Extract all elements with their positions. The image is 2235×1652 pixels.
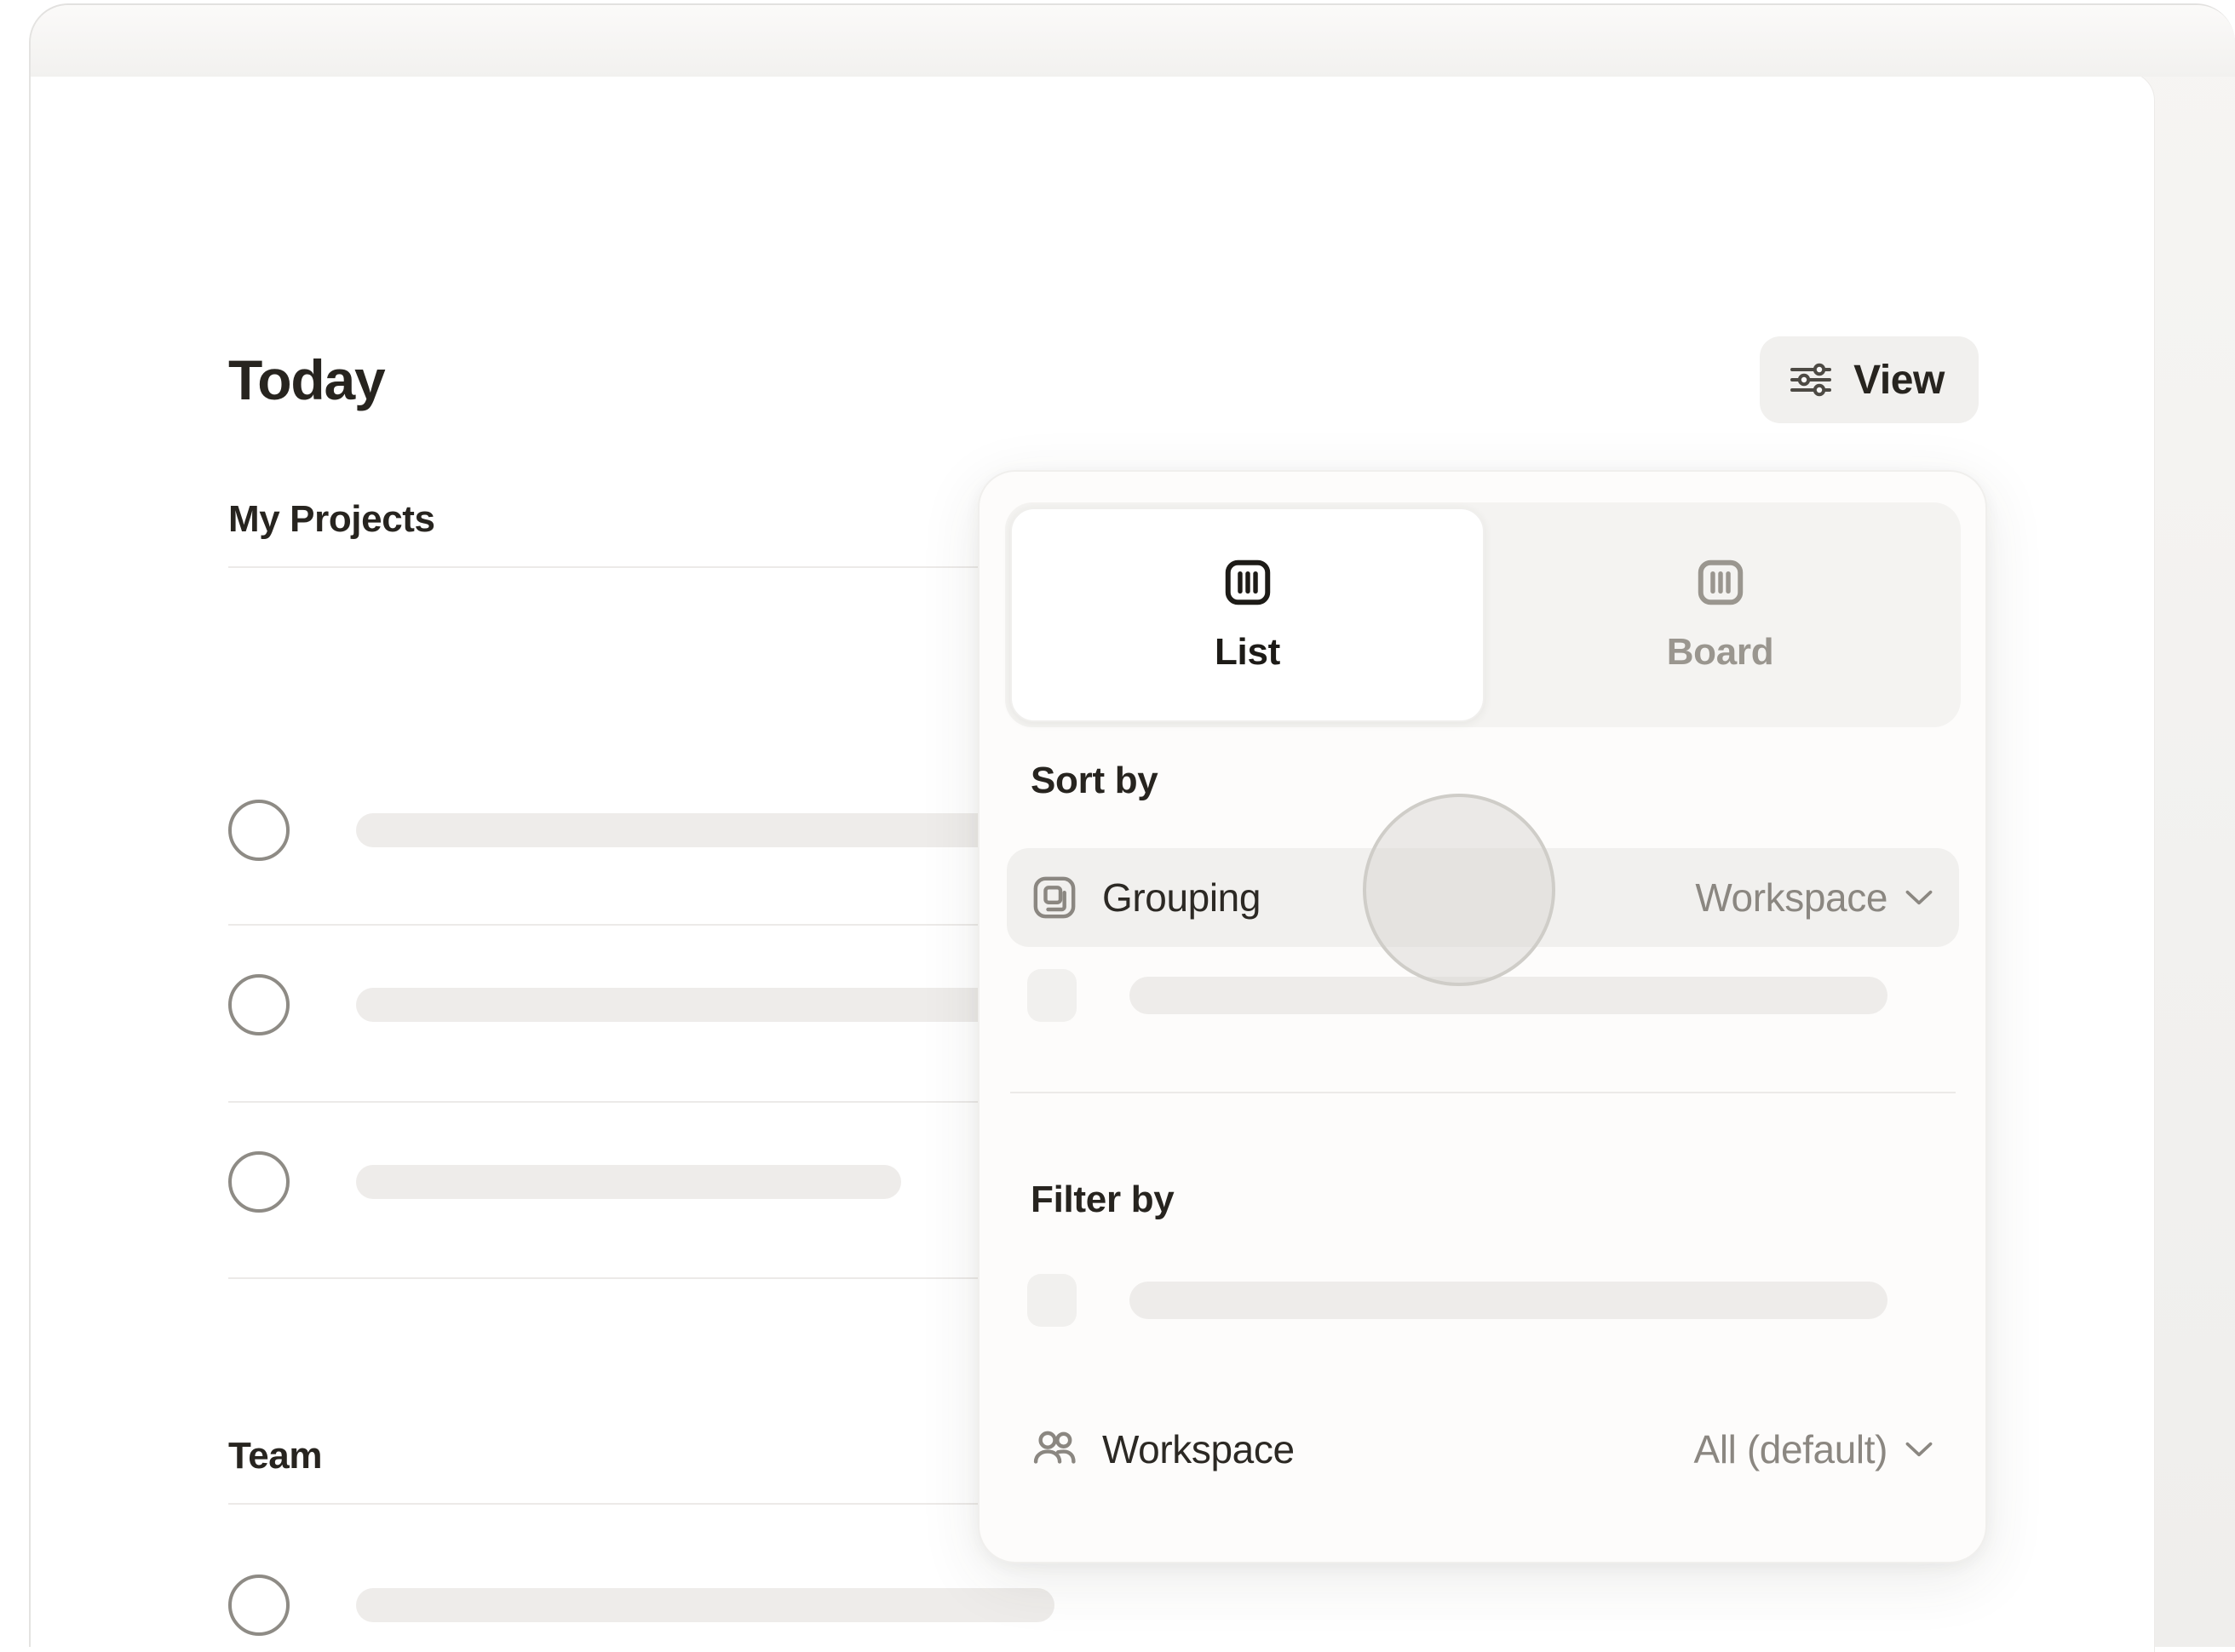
columns-icon: [1221, 556, 1274, 609]
workspace-option-row[interactable]: Workspace All (default): [1007, 1400, 1959, 1499]
circle-unchecked-icon[interactable]: [228, 1151, 290, 1213]
table-row[interactable]: [228, 1554, 1054, 1652]
section-title-team: Team: [228, 1435, 323, 1477]
list-item: [1027, 969, 1887, 1022]
filter-by-heading: Filter by: [1031, 1179, 1175, 1220]
table-row[interactable]: [228, 779, 1054, 881]
view-button-label: View: [1853, 357, 1945, 403]
list-item: [1027, 1274, 1887, 1327]
skeleton-icon-placeholder: [1027, 1274, 1077, 1327]
sliders-icon: [1789, 363, 1833, 397]
grouping-option-row[interactable]: Grouping Workspace: [1007, 848, 1959, 947]
chevron-down-icon: [1905, 888, 1933, 907]
task-title-placeholder: [356, 1165, 901, 1199]
task-title-placeholder: [356, 813, 1054, 847]
sort-by-heading: Sort by: [1031, 760, 1158, 801]
tab-board-label: Board: [1666, 631, 1774, 673]
grouping-value-text: Workspace: [1695, 875, 1887, 920]
columns-icon: [1694, 556, 1747, 609]
view-button[interactable]: View: [1760, 336, 1979, 423]
skeleton-icon-placeholder: [1027, 969, 1077, 1022]
circle-unchecked-icon[interactable]: [228, 1575, 290, 1636]
workspace-value-text: All (default): [1693, 1427, 1888, 1471]
circle-unchecked-icon[interactable]: [228, 974, 290, 1035]
divider: [1010, 1092, 1956, 1093]
users-icon: [1031, 1425, 1078, 1473]
tab-list[interactable]: List: [1010, 508, 1485, 722]
section-title-my-projects: My Projects: [228, 498, 435, 540]
view-mode-segmented-control: List Board: [1005, 502, 1961, 727]
workspace-value[interactable]: All (default): [1694, 1426, 1933, 1472]
page-title: Today: [228, 348, 386, 411]
skeleton-bar-placeholder: [1129, 977, 1887, 1014]
table-row[interactable]: [228, 1131, 901, 1233]
tab-list-label: List: [1214, 631, 1281, 673]
layers-icon: [1031, 874, 1078, 921]
workspace-label: Workspace: [1102, 1427, 1295, 1471]
circle-unchecked-icon[interactable]: [228, 800, 290, 861]
skeleton-bar-placeholder: [1129, 1282, 1887, 1319]
task-title-placeholder: [356, 988, 1054, 1022]
chevron-down-icon: [1905, 1440, 1933, 1459]
table-row[interactable]: [228, 954, 1054, 1056]
grouping-label: Grouping: [1102, 875, 1261, 920]
page-header: Today View: [228, 336, 2001, 439]
grouping-value[interactable]: Workspace: [1695, 875, 1933, 921]
view-options-popover: List Board Sort by Grouping Workspace Fi…: [978, 470, 1987, 1563]
tab-board[interactable]: Board: [1485, 508, 1956, 722]
task-title-placeholder: [356, 1588, 1054, 1622]
